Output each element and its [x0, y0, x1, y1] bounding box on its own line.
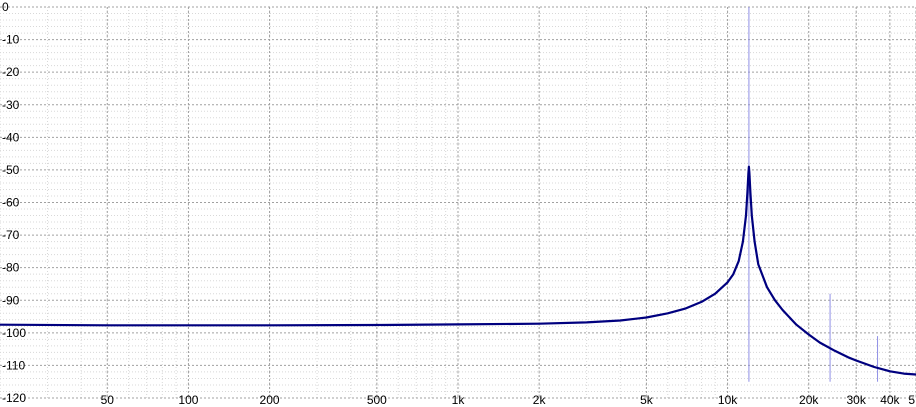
x-tick-label: 30k	[847, 393, 867, 407]
y-tick-label: -80	[2, 261, 20, 275]
x-tick-label: 5	[908, 393, 915, 407]
y-tick-label: -60	[2, 196, 20, 210]
spectrum-chart: 0 -10 -20 -30 -40 -50 -60 -70 -80 -90 -100 -110 -120…	[0, 0, 916, 407]
x-tick-label: 40k	[880, 393, 900, 407]
y-tick-label: -10	[2, 33, 20, 47]
x-tick-label: 20k	[799, 393, 819, 407]
x-tick-label: 200	[260, 393, 280, 407]
y-tick-label: -30	[2, 98, 20, 112]
x-tick-label: 5k	[640, 393, 654, 407]
harmonic-spikes	[748, 7, 879, 382]
y-tick-label: -90	[2, 293, 20, 307]
x-tick-label: 10k	[718, 393, 738, 407]
x-tick-label: 50	[101, 393, 115, 407]
x-tick-label: 2k	[533, 393, 547, 407]
y-tick-label: 0	[2, 0, 9, 14]
major-grid	[0, 6, 916, 399]
y-tick-labels: 0 -10 -20 -30 -40 -50 -60 -70 -80 -90 -100 -110 -120	[2, 0, 26, 405]
x-tick-labels: 50 100 200 500 1k 2k 5k 10k 20k 30k 40k 5	[101, 393, 916, 407]
y-tick-label: -110	[2, 358, 25, 372]
x-tick-label: 100	[178, 393, 198, 407]
y-tick-label: -100	[2, 326, 26, 340]
y-tick-label: -50	[2, 163, 20, 177]
y-tick-label: -40	[2, 130, 20, 144]
y-tick-label: -20	[2, 65, 20, 79]
x-tick-label: 500	[367, 393, 387, 407]
y-tick-label: -120	[2, 391, 26, 405]
y-tick-label: -70	[2, 228, 20, 242]
x-tick-label: 1k	[452, 393, 466, 407]
